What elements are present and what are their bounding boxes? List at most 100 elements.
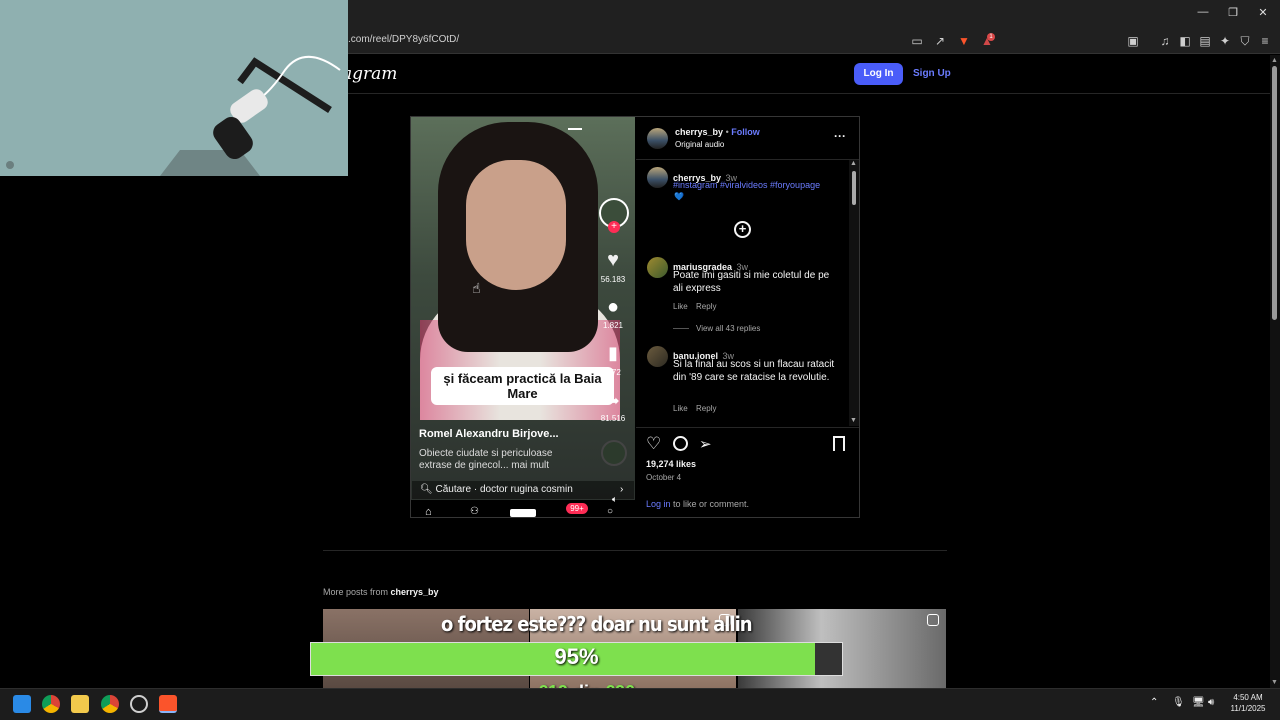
windows-taskbar bbox=[0, 688, 1280, 720]
stream-goal-title: o fortez este??? doar nu sunt allin bbox=[441, 612, 753, 636]
leo-ai-icon[interactable]: ✦ bbox=[1218, 34, 1232, 48]
chevron-right-icon: › bbox=[620, 484, 624, 495]
video-heart-icon: ♥ bbox=[607, 249, 619, 271]
chrome-icon[interactable] bbox=[42, 695, 60, 713]
obs-icon[interactable] bbox=[130, 695, 148, 713]
tab-icon[interactable]: ▣ bbox=[1126, 34, 1140, 48]
profile-icon: ○ bbox=[607, 506, 614, 517]
page-scrollbar-thumb[interactable] bbox=[1272, 66, 1277, 320]
comment-reply-button[interactable]: Reply bbox=[696, 302, 716, 311]
audio-label[interactable]: Original audio bbox=[675, 140, 724, 149]
create-icon bbox=[510, 509, 536, 517]
video-music-disc-icon bbox=[601, 440, 627, 466]
comment-like-button[interactable]: Like bbox=[673, 404, 688, 413]
minimize-icon[interactable]: — bbox=[1196, 6, 1210, 18]
login-prompt-text: to like or comment. bbox=[670, 499, 750, 509]
tray-chevron-up-icon[interactable]: ⌃ bbox=[1150, 697, 1158, 708]
file-explorer-icon[interactable] bbox=[71, 695, 89, 713]
more-posts-prefix: More posts from bbox=[323, 587, 391, 597]
cast-icon[interactable]: ▭ bbox=[910, 34, 924, 48]
close-icon[interactable]: ✕ bbox=[1256, 6, 1270, 19]
maximize-icon[interactable]: ❐ bbox=[1226, 6, 1240, 19]
video-shares-count: 81.516 bbox=[600, 414, 626, 423]
scroll-up-icon[interactable]: ▲ bbox=[1271, 57, 1278, 64]
load-more-comments-icon[interactable]: + bbox=[734, 221, 751, 238]
brave-shield-icon[interactable]: ▼ bbox=[957, 34, 971, 48]
video-comments-count: 1.821 bbox=[602, 321, 624, 330]
comment-text: Poate imi gasiti si mie coletul de pe al… bbox=[673, 270, 830, 294]
caption-emoji: 💙 bbox=[674, 192, 684, 201]
post-header bbox=[636, 117, 859, 160]
comments-scroll-down-icon[interactable]: ▼ bbox=[850, 417, 857, 424]
webcam-overlay bbox=[0, 0, 348, 176]
save-icon[interactable] bbox=[833, 436, 845, 451]
video-search-bar: 🔍︎ Căutare · doctor rugina cosmin bbox=[412, 481, 634, 499]
more-options-icon[interactable]: ··· bbox=[834, 129, 846, 143]
video-share-icon: ➦ bbox=[606, 393, 620, 410]
comment-text: Si la final au scos si un flacau ratacit… bbox=[673, 359, 835, 383]
author-username[interactable]: cherrys_by bbox=[675, 127, 723, 137]
friends-icon: ⚇ bbox=[470, 506, 479, 517]
windows-start-icon[interactable] bbox=[13, 695, 31, 713]
clock-time: 4:50 AM bbox=[1233, 693, 1263, 702]
caption-avatar[interactable] bbox=[647, 167, 668, 188]
view-replies-button[interactable]: View all 43 replies bbox=[696, 324, 760, 333]
section-divider bbox=[323, 550, 947, 551]
brave-browser-icon[interactable] bbox=[159, 695, 177, 713]
microphone-arm-image bbox=[0, 0, 348, 176]
login-prompt: Log in to like or comment. bbox=[646, 499, 749, 509]
comment-icon[interactable] bbox=[673, 436, 688, 451]
chrome-profile-icon[interactable] bbox=[101, 695, 119, 713]
music-icon[interactable]: ♫ bbox=[1158, 34, 1172, 48]
wallet-icon[interactable]: ▤ bbox=[1198, 34, 1212, 48]
comment-avatar[interactable] bbox=[647, 257, 668, 278]
signup-button[interactable]: Sign Up bbox=[913, 68, 951, 79]
share-icon[interactable]: ↗ bbox=[933, 34, 947, 48]
comments-scroll-up-icon[interactable]: ▲ bbox=[850, 160, 857, 167]
inbox-badge: 99+ bbox=[566, 503, 588, 514]
mouse-cursor-icon: ☝︎ bbox=[472, 280, 481, 296]
volume-tray-icon[interactable]: 🔊︎ bbox=[1208, 697, 1214, 708]
video-person-face bbox=[466, 160, 566, 290]
more-posts-user[interactable]: cherrys_by bbox=[391, 587, 439, 597]
follow-plus-icon: + bbox=[608, 221, 620, 233]
comment-avatar[interactable] bbox=[647, 346, 668, 367]
author-avatar[interactable] bbox=[647, 128, 668, 149]
post-author-line: cherrys_by • Follow bbox=[675, 127, 760, 137]
follow-button[interactable]: Follow bbox=[731, 127, 760, 137]
home-icon: ⌂ bbox=[425, 506, 432, 518]
video-caption: și făceam practică la Baia Mare bbox=[431, 367, 614, 405]
menu-icon[interactable]: ≡ bbox=[1258, 34, 1272, 48]
taskbar-clock[interactable]: 4:50 AM 11/1/2025 bbox=[1226, 692, 1270, 714]
login-button[interactable]: Log In bbox=[854, 63, 903, 85]
replies-line bbox=[673, 328, 689, 329]
video-comment-icon: ● bbox=[606, 296, 620, 318]
more-posts-heading: More posts from cherrys_by bbox=[323, 587, 439, 597]
video-description: Obiecte ciudate si periculoase extrase d… bbox=[419, 448, 553, 471]
share-icon[interactable]: ➢ bbox=[699, 435, 712, 453]
goal-progress-text: 95% bbox=[554, 644, 599, 669]
search-icon: 🔍︎ bbox=[420, 484, 436, 495]
caption-hashtags[interactable]: #instagram #viralvideos #foryoupage bbox=[673, 180, 820, 190]
comments-scrollbar-thumb[interactable] bbox=[852, 171, 856, 205]
reel-icon bbox=[927, 614, 939, 626]
login-link[interactable]: Log in bbox=[646, 499, 671, 509]
comment-reply-button[interactable]: Reply bbox=[696, 404, 716, 413]
network-icon[interactable]: 🖥︎ bbox=[1192, 697, 1205, 708]
microphone-icon[interactable]: 🎙︎ bbox=[1172, 697, 1185, 708]
video-bookmark-icon: ▮ bbox=[608, 343, 618, 363]
scroll-down-icon[interactable]: ▼ bbox=[1271, 679, 1278, 686]
volume-icon[interactable]: 🔈︎ bbox=[612, 494, 617, 505]
sidebar-icon[interactable]: ◧ bbox=[1178, 34, 1192, 48]
video-author: Romel Alexandru Birjove... bbox=[419, 428, 559, 440]
clock-date: 11/1/2025 bbox=[1230, 704, 1266, 713]
post-date: October 4 bbox=[646, 473, 682, 482]
video-progress-dash bbox=[568, 128, 582, 130]
url-field[interactable]: .com/reel/DPY8y6fCOtD/ bbox=[348, 34, 459, 45]
likes-count[interactable]: 19,274 likes bbox=[646, 459, 696, 469]
video-saves-count: ...72 bbox=[605, 368, 621, 377]
comment-like-button[interactable]: Like bbox=[673, 302, 688, 311]
like-icon[interactable]: ♡ bbox=[646, 434, 661, 454]
vpn-shield-icon[interactable]: ⛉ bbox=[1238, 34, 1252, 48]
instagram-logo[interactable]: agram bbox=[342, 64, 397, 84]
